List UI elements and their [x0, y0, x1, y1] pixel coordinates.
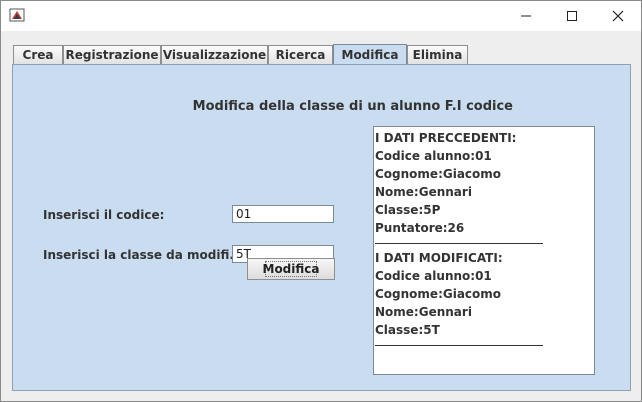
application-window: Crea Registrazione Visualizzazione Ricer…	[0, 0, 642, 402]
tab-ricerca[interactable]: Ricerca	[268, 45, 333, 64]
separator-line	[375, 339, 543, 346]
maximize-button[interactable]	[549, 1, 595, 31]
separator-line	[375, 237, 543, 244]
form-heading: Modifica della classe di un alunno F.I c…	[192, 99, 513, 114]
tab-visualizzazione[interactable]: Visualizzazione	[161, 45, 268, 64]
tab-label: Registrazione	[65, 48, 159, 62]
title-bar[interactable]	[1, 1, 641, 31]
previous-line: Classe:5P	[375, 203, 441, 217]
minimize-icon	[521, 15, 531, 17]
tab-modifica[interactable]: Modifica	[333, 44, 407, 64]
modifica-panel: Modifica della classe di un alunno F.I c…	[12, 64, 631, 391]
maximize-icon	[567, 11, 577, 21]
codice-input[interactable]: 01	[232, 205, 334, 223]
close-button[interactable]	[595, 1, 641, 31]
tab-registrazione[interactable]: Registrazione	[63, 45, 161, 64]
modified-line: Codice alunno:01	[375, 269, 492, 283]
tab-label: Crea	[22, 48, 54, 62]
tab-label: Ricerca	[275, 48, 326, 62]
minimize-button[interactable]	[503, 1, 549, 31]
previous-line: Puntatore:26	[375, 221, 465, 235]
tab-elimina[interactable]: Elimina	[407, 45, 468, 64]
close-icon	[612, 10, 624, 22]
codice-label: Inserisci il codice:	[43, 208, 165, 222]
tab-label: Elimina	[412, 48, 463, 62]
modified-line: Nome:Gennari	[375, 305, 472, 319]
modifica-button[interactable]: Modifica	[247, 258, 335, 280]
java-app-icon	[9, 8, 25, 22]
previous-line: Nome:Gennari	[375, 185, 472, 199]
classe-label: Inserisci la classe da modifi...	[43, 248, 244, 262]
result-textarea[interactable]: I DATI PRECCEDENTI: Codice alunno:01 Cog…	[373, 126, 595, 375]
modified-line: Cognome:Giacomo	[375, 287, 502, 301]
tab-crea[interactable]: Crea	[13, 45, 63, 64]
previous-header: I DATI PRECCEDENTI:	[375, 131, 517, 145]
modified-header: I DATI MODIFICATI:	[375, 251, 503, 265]
client-area: Crea Registrazione Visualizzazione Ricer…	[1, 31, 641, 401]
tab-label: Modifica	[341, 47, 399, 62]
previous-line: Cognome:Giacomo	[375, 167, 502, 181]
previous-line: Codice alunno:01	[375, 149, 492, 163]
tab-label: Visualizzazione	[162, 48, 267, 62]
modifica-button-label: Modifica	[262, 262, 320, 276]
modified-line: Classe:5T	[375, 323, 440, 337]
